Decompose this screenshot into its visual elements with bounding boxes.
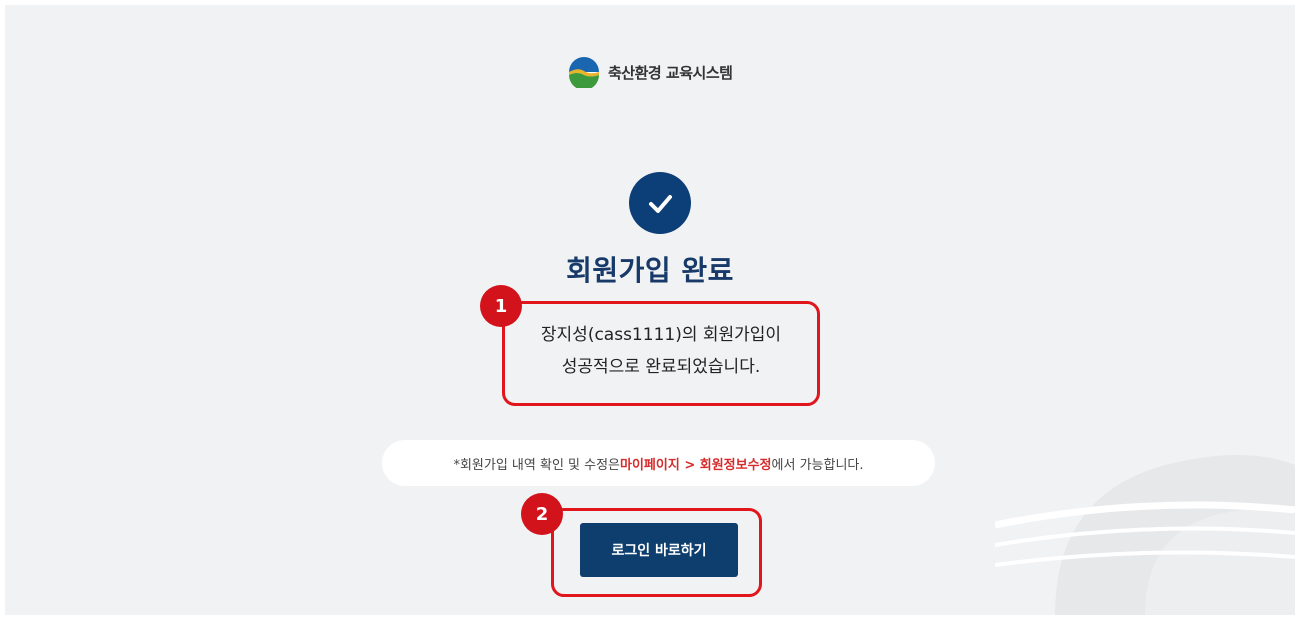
annotation-step-2: 2	[521, 493, 563, 535]
notice-suffix: 에서 가능합니다.	[771, 457, 864, 473]
site-logo[interactable]: 축산환경 교육시스템	[568, 53, 733, 91]
logo-text: 축산환경 교육시스템	[608, 63, 733, 82]
message-line-2: 성공적으로 완료되었습니다.	[561, 357, 761, 377]
notice-prefix: *회원가입 내역 확인 및 수정은	[453, 457, 621, 473]
background-decoration	[995, 455, 1295, 615]
notice-path: 마이페이지 > 회원정보수정	[620, 457, 772, 473]
page-frame: 축산환경 교육시스템 회원가입 완료 1 장지성(cass1111)의 회원가입…	[5, 5, 1295, 615]
message-line-1: 장지성(cass1111)의 회원가입이	[540, 325, 782, 345]
logo-emblem-icon	[569, 57, 599, 88]
info-notice: *회원가입 내역 확인 및 수정은 마이페이지 > 회원정보수정 에서 가능합니다…	[382, 440, 935, 486]
check-circle-icon	[629, 172, 691, 234]
completion-message: 장지성(cass1111)의 회원가입이 성공적으로 완료되었습니다.	[502, 319, 820, 383]
login-button[interactable]: 로그인 바로하기	[580, 523, 738, 577]
page-title: 회원가입 완료	[566, 254, 734, 287]
